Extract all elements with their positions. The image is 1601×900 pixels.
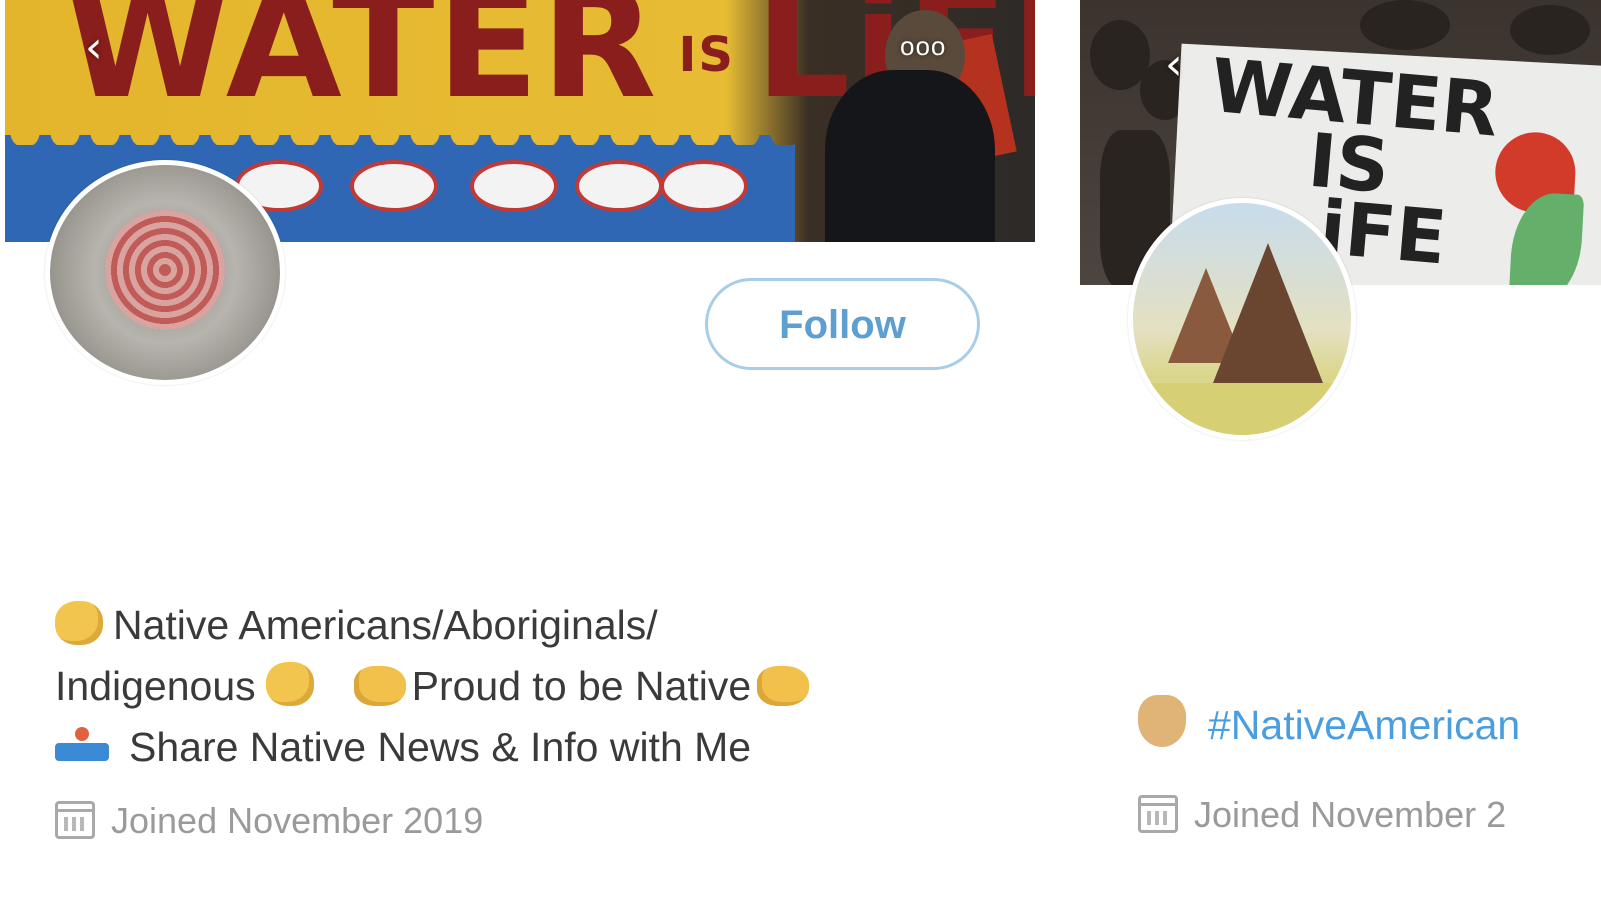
joined-date: Joined November 2 (1138, 794, 1506, 836)
crowd-person (1360, 0, 1450, 50)
bio-line: Native Americans/Aboriginals/ (55, 595, 975, 656)
punch-emoji-icon (757, 666, 810, 706)
joined-date-text: Joined November 2019 (111, 800, 484, 841)
banner-oval-decoration (470, 160, 558, 212)
shield-emoji-icon (1138, 695, 1186, 747)
bio-text: Indigenous (55, 663, 256, 709)
calendar-icon (1138, 795, 1178, 833)
bio-line: Indigenous Proud to be Native (55, 656, 975, 717)
bio-text: Share Native News & Info with Me (129, 724, 752, 770)
share-emoji-icon (55, 727, 109, 765)
joined-date-text: Joined November 2 (1194, 794, 1507, 835)
banner-oval-decoration (350, 160, 438, 212)
hashtag-link[interactable]: #NativeAmerican (1208, 702, 1520, 748)
avatar[interactable] (45, 160, 285, 385)
grass-ground (1133, 383, 1351, 435)
banner-word-is: IS (678, 26, 735, 83)
profile-card-right: WATER IS iFE ‹ #NativeAmerican Joined No… (1080, 0, 1601, 900)
raised-fist-emoji-icon (55, 601, 103, 645)
bio-text: Proud to be Native (411, 663, 752, 709)
banner-word-water: WATER (65, 0, 659, 132)
bio-text: Native Americans/Aboriginals/ (113, 602, 658, 648)
profile-bio: #NativeAmerican (1138, 695, 1520, 749)
avatar[interactable] (1128, 198, 1356, 440)
raised-fist-emoji-icon (265, 662, 314, 706)
back-arrow-icon[interactable]: ‹ (85, 26, 125, 70)
joined-date: Joined November 2019 (55, 800, 483, 842)
profile-card-left: WATERISLiFE ‹ ooo Follow Native American… (0, 0, 1040, 900)
calendar-icon (55, 801, 95, 839)
bio-line: Share Native News & Info with Me (55, 717, 975, 778)
follow-button[interactable]: Follow (705, 278, 980, 370)
tipi-image (1213, 243, 1323, 383)
spiral-image (105, 210, 225, 330)
punch-emoji-icon (353, 666, 406, 706)
profile-bio: Native Americans/Aboriginals/ Indigenous… (55, 595, 975, 778)
crowd-person (1510, 5, 1590, 55)
back-arrow-icon[interactable]: ‹ (1165, 43, 1205, 87)
banner-person (825, 70, 995, 242)
more-options-icon[interactable]: ooo (900, 33, 964, 59)
banner-oval-decoration (575, 160, 663, 212)
banner-oval-decoration (660, 160, 748, 212)
